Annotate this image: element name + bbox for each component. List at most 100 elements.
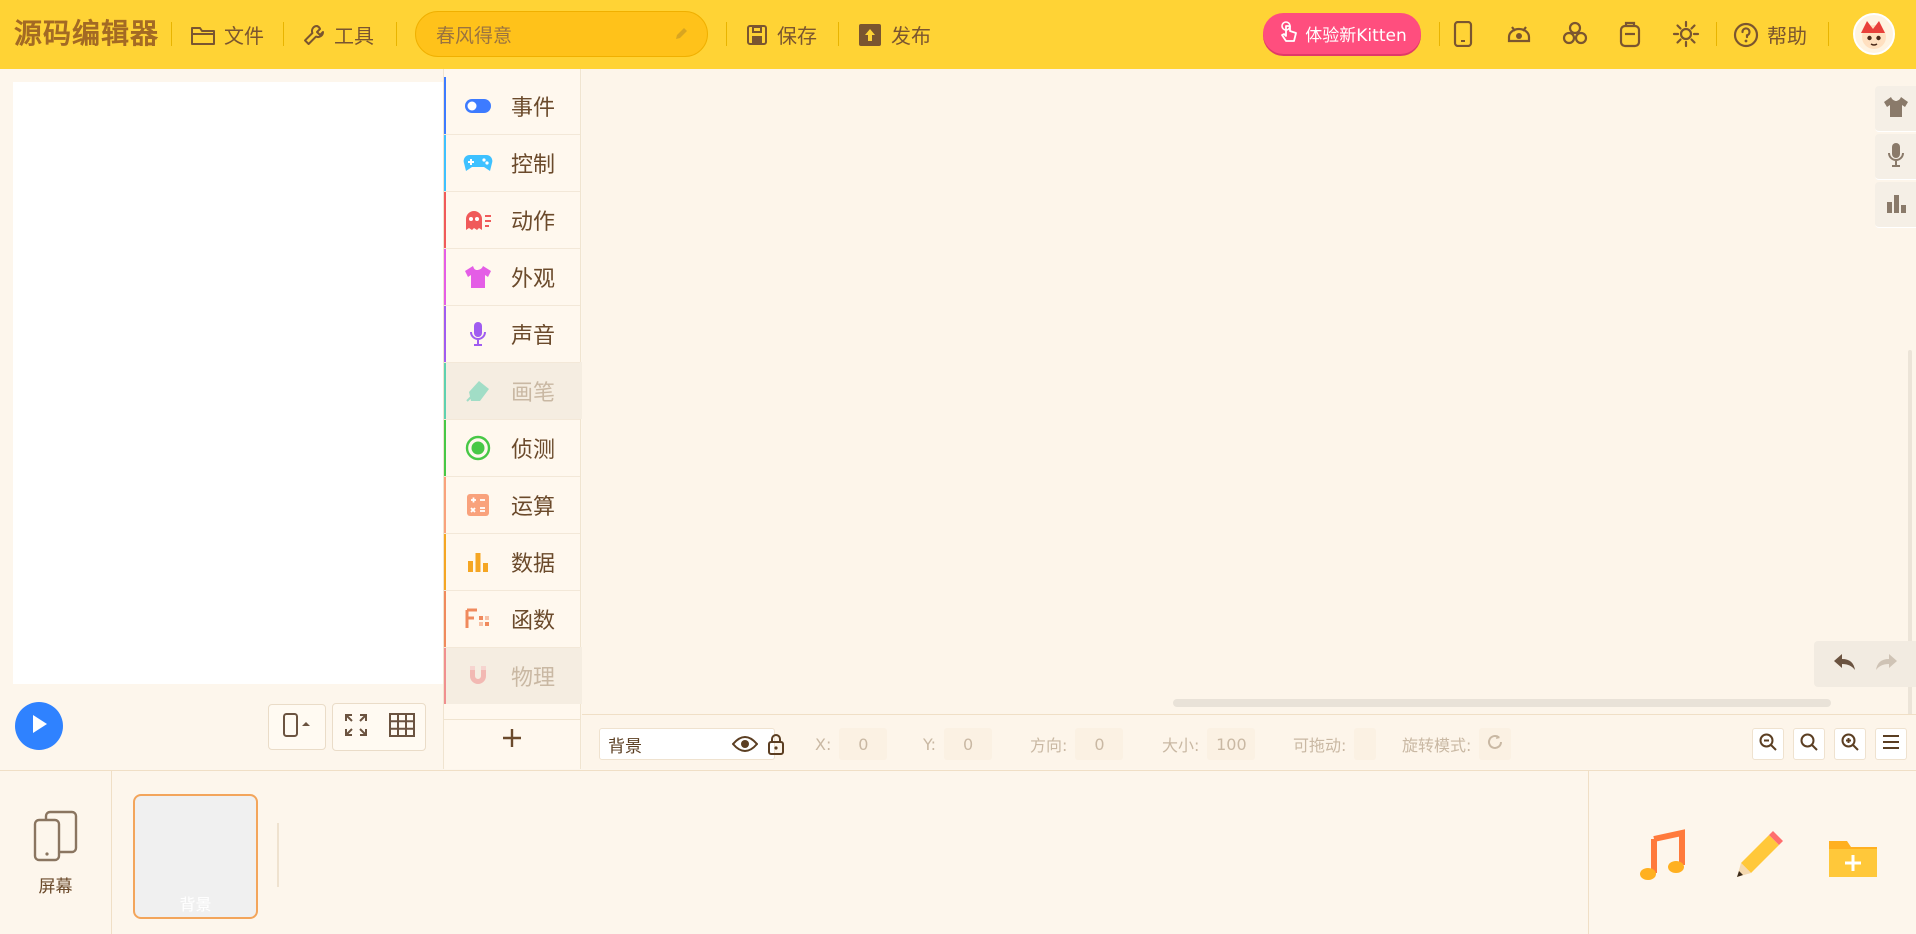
sprite-property-bar: 背景 X: 0 Y: 0 方向: 0 大小: 100 可拖动: 旋转模式: [582,714,1916,769]
gamepad-icon [463,148,493,178]
hand-tap-icon [1277,20,1299,47]
publish-label: 发布 [891,24,931,48]
plus-icon [501,727,523,753]
screen-button[interactable]: 屏幕 [0,771,112,934]
project-name-field[interactable]: 春风得意 [415,11,708,57]
gear-icon[interactable] [1670,18,1702,50]
redo-icon[interactable] [1873,651,1899,677]
phone-icon[interactable] [1447,18,1479,50]
magnet-icon [463,661,493,691]
upload-icon [857,22,883,48]
fullscreen-button[interactable] [333,704,379,750]
y-property: Y: 0 [923,728,993,760]
code-workspace[interactable] [582,69,1916,769]
category-item[interactable]: 事件 [444,77,582,134]
zoom-out-button[interactable] [1752,728,1784,760]
category-item[interactable]: 画笔 [444,362,582,419]
divider [444,362,580,363]
undo-redo-controls [1814,641,1916,687]
rotation-property: 旋转模式: [1402,728,1512,760]
stage-view-tools [332,703,426,751]
x-input[interactable]: 0 [839,728,888,760]
divider [444,419,580,420]
microphone-icon [463,319,493,349]
save-icon [745,23,769,47]
help-button[interactable]: 帮助 [1733,0,1807,69]
sound-tab[interactable] [1875,134,1916,180]
publish-button[interactable]: 发布 [857,0,931,69]
zoom-in-icon [1840,732,1860,756]
category-item[interactable]: 外观 [444,248,582,305]
pencil-draw-icon[interactable] [1729,829,1785,885]
eye-robot-icon[interactable] [1503,18,1535,50]
workspace-horizontal-scrollbar[interactable] [1173,699,1831,707]
y-input[interactable]: 0 [944,728,993,760]
tools-menu-button[interactable]: 工具 [302,0,374,69]
music-note-icon[interactable] [1634,829,1690,885]
block-category-palette: 事件 控制 动作 外观声音画笔侦测 运算数据函数物理 [443,69,582,769]
zoom-out-icon [1758,732,1778,756]
menu-icon [1882,734,1900,754]
try-kitten-button[interactable]: 体验新Kitten [1263,13,1421,54]
calculator-icon [463,490,493,520]
category-item[interactable]: 声音 [444,305,582,362]
bar-chart-icon [463,547,493,577]
costume-tab[interactable] [1875,86,1916,132]
data-tab[interactable] [1875,182,1916,228]
stage-canvas[interactable] [13,82,443,684]
file-menu-button[interactable]: 文件 [190,0,264,69]
direction-input[interactable]: 0 [1075,728,1124,760]
divider [1716,22,1717,46]
play-icon [29,713,49,739]
category-label: 声音 [511,323,556,349]
microphone-icon [1887,142,1905,172]
direction-label: 方向: [1030,736,1068,755]
eye-icon[interactable] [731,735,759,757]
workspace-menu-button[interactable] [1875,728,1907,760]
zoom-reset-button[interactable] [1793,728,1825,760]
shirt-icon [1883,96,1909,122]
draggable-toggle[interactable] [1354,728,1377,760]
background-thumbnail[interactable]: 背景 [133,794,258,919]
tools-menu-label: 工具 [334,24,374,48]
category-item[interactable]: 动作 [444,191,582,248]
category-item[interactable]: 数据 [444,533,582,590]
category-label: 画笔 [511,380,556,406]
category-label: 物理 [511,665,556,691]
category-item[interactable]: 侦测 [444,419,582,476]
app-logo[interactable]: 源码编辑器 [14,12,159,52]
category-item[interactable]: 控制 [444,134,582,191]
backpack-icon[interactable] [1614,18,1646,50]
save-button[interactable]: 保存 [745,0,817,69]
undo-icon[interactable] [1832,651,1858,677]
category-item[interactable]: 运算 [444,476,582,533]
folder-icon [190,24,216,46]
category-item[interactable]: 物理 [444,647,582,704]
lock-icon[interactable] [767,733,785,759]
sprite-name-text: 背景 [608,736,642,757]
user-avatar[interactable] [1853,13,1895,55]
radar-icon [463,433,493,463]
zoom-in-button[interactable] [1834,728,1866,760]
grid-toggle-button[interactable] [379,704,425,750]
pen-icon [463,376,493,406]
pencil-icon[interactable] [673,25,689,47]
screen-label: 屏幕 [38,876,73,897]
divider [1828,22,1829,46]
category-item[interactable]: 函数 [444,590,582,647]
hexagon-cluster-icon[interactable] [1559,18,1591,50]
size-label: 大小: [1162,736,1200,755]
folder-add-icon[interactable] [1825,829,1881,885]
add-extension-button[interactable] [444,719,580,759]
size-input[interactable]: 100 [1207,728,1256,760]
fullscreen-icon [344,713,368,741]
divider [838,22,839,46]
device-selector-button[interactable] [268,704,326,750]
grid-icon [389,713,415,741]
play-button[interactable] [15,702,63,750]
rotation-mode-button[interactable] [1479,728,1512,760]
phone-icon [282,712,312,742]
file-menu-label: 文件 [224,24,264,48]
divider [444,647,580,648]
category-label: 数据 [511,551,556,577]
